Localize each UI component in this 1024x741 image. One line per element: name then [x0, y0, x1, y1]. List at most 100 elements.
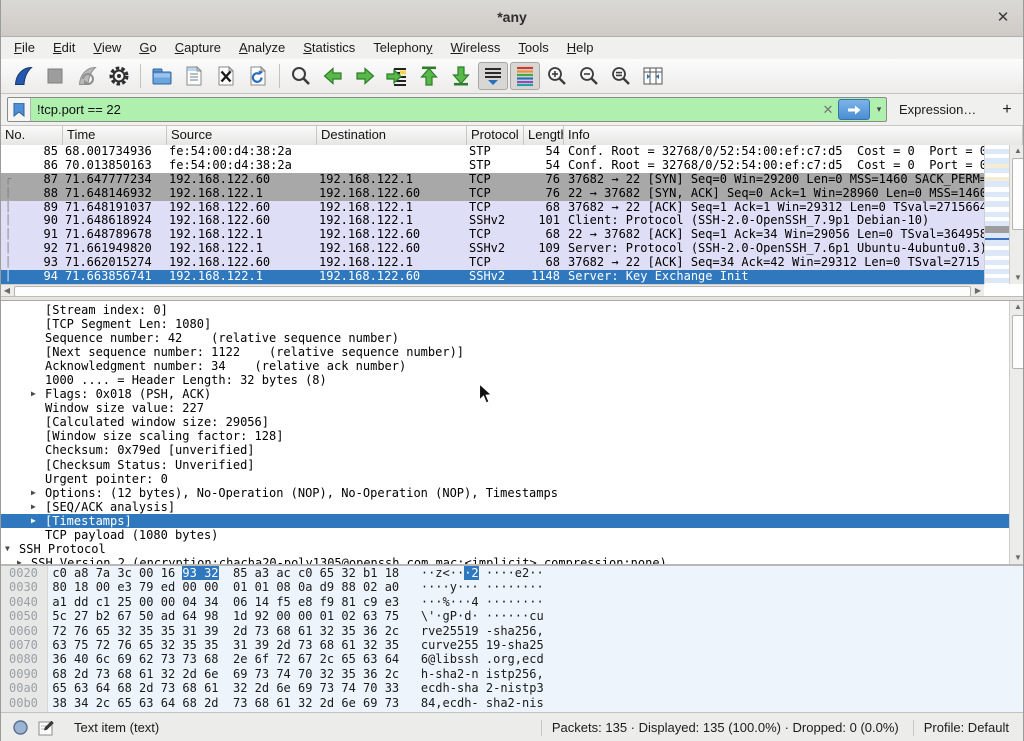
detail-line[interactable]: Window size value: 227 — [1, 401, 1009, 415]
filter-apply-button[interactable] — [838, 99, 870, 120]
status-profile[interactable]: Profile: Default — [924, 720, 1023, 735]
collapsed-arrow-icon[interactable]: ▶ — [31, 514, 36, 528]
go-last-packet-icon[interactable] — [446, 62, 476, 90]
menu-item-wireless[interactable]: Wireless — [442, 37, 510, 58]
menu-item-analyze[interactable]: Analyze — [230, 37, 294, 58]
detail-line[interactable]: Checksum: 0x79ed [unverified] — [1, 443, 1009, 457]
go-forward-icon[interactable] — [350, 62, 380, 90]
go-to-packet-icon[interactable] — [382, 62, 412, 90]
detail-line[interactable]: Urgent pointer: 0 — [1, 472, 1009, 486]
hex-row-0050[interactable]: 0050 5c 27 b2 67 50 ad 64 98 1d 92 00 00… — [1, 609, 1023, 623]
detail-line[interactable]: TCP payload (1080 bytes) — [1, 528, 1009, 542]
resize-columns-icon[interactable] — [638, 62, 668, 90]
packet-row-89[interactable]: │8971.648191037192.168.122.60192.168.122… — [1, 201, 984, 215]
title-bar[interactable]: *any ✕ — [1, 0, 1023, 37]
scrollbar-thumb[interactable] — [1012, 158, 1024, 230]
packet-row-92[interactable]: │9271.661949820192.168.122.1192.168.122.… — [1, 242, 984, 256]
menu-item-capture[interactable]: Capture — [166, 37, 230, 58]
packet-list-vscrollbar[interactable]: ▲ ▼ — [1009, 145, 1024, 284]
detail-line[interactable]: 1000 .... = Header Length: 32 bytes (8) — [1, 373, 1009, 387]
packet-row-87[interactable]: ┌8771.647777234192.168.122.60192.168.122… — [1, 173, 984, 187]
display-filter-input[interactable] — [31, 102, 818, 117]
save-file-icon[interactable] — [179, 62, 209, 90]
filter-history-caret-icon[interactable]: ▾ — [872, 104, 886, 115]
scroll-up-arrow-icon[interactable]: ▲ — [1010, 145, 1024, 157]
go-first-packet-icon[interactable] — [414, 62, 444, 90]
hex-row-0020[interactable]: 0020 c0 a8 7a 3c 00 16 93 32 85 a3 ac c0… — [1, 566, 1023, 580]
column-header-source[interactable]: Source — [167, 126, 317, 145]
detail-line[interactable]: [Checksum Status: Unverified] — [1, 458, 1009, 472]
menu-item-telephony[interactable]: Telephony — [364, 37, 441, 58]
expert-info-icon[interactable] — [13, 720, 28, 735]
hex-row-0090[interactable]: 0090 68 2d 73 68 61 32 2d 6e 69 73 74 70… — [1, 667, 1023, 681]
menu-item-statistics[interactable]: Statistics — [294, 37, 364, 58]
hex-row-00b0[interactable]: 00b0 38 34 2c 65 63 64 68 2d 73 68 61 32… — [1, 696, 1023, 710]
packet-row-94[interactable]: │9471.663856741192.168.122.1192.168.122.… — [1, 270, 984, 284]
hex-row-0060[interactable]: 0060 72 76 65 32 35 35 31 39 2d 73 68 61… — [1, 624, 1023, 638]
detail-vscrollbar[interactable]: ▲ ▼ — [1009, 301, 1024, 564]
menu-item-edit[interactable]: Edit — [44, 37, 84, 58]
scrollbar-thumb[interactable] — [1012, 315, 1024, 369]
zoom-out-icon[interactable] — [574, 62, 604, 90]
reload-file-icon[interactable] — [243, 62, 273, 90]
auto-scroll-live-icon[interactable] — [478, 62, 508, 90]
packet-row-90[interactable]: │9071.648618924192.168.122.60192.168.122… — [1, 214, 984, 228]
column-header-info[interactable]: Info — [564, 126, 1023, 145]
packet-row-85[interactable]: 8568.001734936fe:54:00:d4:38:2aSTP54Conf… — [1, 145, 984, 159]
packet-row-88[interactable]: │8871.648146932192.168.122.1192.168.122.… — [1, 187, 984, 201]
scroll-down-arrow-icon[interactable]: ▼ — [1010, 552, 1024, 564]
detail-line[interactable]: ▶Options: (12 bytes), No-Operation (NOP)… — [1, 486, 1009, 500]
detail-line[interactable]: ▶SSH Version 2 (encryption:chacha20-poly… — [1, 556, 1009, 564]
filter-clear-icon[interactable]: ✕ — [818, 102, 838, 118]
detail-line[interactable]: ▶[Timestamps] — [1, 514, 1009, 528]
column-header-destination[interactable]: Destination — [317, 126, 467, 145]
close-window-button[interactable]: ✕ — [993, 8, 1013, 28]
go-back-icon[interactable] — [318, 62, 348, 90]
capture-options-icon[interactable] — [104, 62, 134, 90]
menu-item-file[interactable]: File — [5, 37, 44, 58]
filter-bookmark-icon[interactable] — [8, 98, 31, 121]
hex-row-0030[interactable]: 0030 80 18 00 e3 79 ed 00 00 01 01 08 0a… — [1, 580, 1023, 594]
collapsed-arrow-icon[interactable]: ▶ — [31, 486, 36, 500]
menu-item-view[interactable]: View — [84, 37, 130, 58]
detail-line[interactable]: [Window size scaling factor: 128] — [1, 429, 1009, 443]
detail-line[interactable]: [Next sequence number: 1122 (relative se… — [1, 345, 1009, 359]
column-header-no[interactable]: No. — [1, 126, 63, 145]
restart-capture-icon[interactable] — [72, 62, 102, 90]
detail-line[interactable]: Acknowledgment number: 34 (relative ack … — [1, 359, 1009, 373]
zoom-reset-icon[interactable] — [606, 62, 636, 90]
detail-line[interactable]: [TCP Segment Len: 1080] — [1, 317, 1009, 331]
find-packet-icon[interactable] — [286, 62, 316, 90]
menu-item-tools[interactable]: Tools — [509, 37, 557, 58]
colorize-packets-icon[interactable] — [510, 62, 540, 90]
collapsed-arrow-icon[interactable]: ▶ — [31, 500, 36, 514]
menu-item-help[interactable]: Help — [558, 37, 603, 58]
add-filter-button[interactable]: + — [988, 101, 1024, 119]
packet-row-93[interactable]: │9371.662015274192.168.122.60192.168.122… — [1, 256, 984, 270]
intelligent-scrollbar-minimap[interactable] — [984, 145, 1010, 284]
column-header-length[interactable]: Length — [524, 126, 564, 145]
hex-row-0040[interactable]: 0040 a1 dd c1 25 00 00 04 34 06 14 f5 e8… — [1, 595, 1023, 609]
packet-row-91[interactable]: │9171.648789678192.168.122.1192.168.122.… — [1, 228, 984, 242]
expanded-arrow-icon[interactable]: ▼ — [5, 542, 10, 556]
detail-line[interactable]: [Stream index: 0] — [1, 303, 1009, 317]
collapsed-arrow-icon[interactable]: ▶ — [31, 387, 36, 401]
close-file-icon[interactable] — [211, 62, 241, 90]
start-capture-icon[interactable] — [8, 62, 38, 90]
open-file-icon[interactable] — [147, 62, 177, 90]
hex-row-0080[interactable]: 0080 36 40 6c 69 62 73 73 68 2e 6f 72 67… — [1, 652, 1023, 666]
menu-item-go[interactable]: Go — [130, 37, 165, 58]
detail-line[interactable]: ▼SSH Protocol — [1, 542, 1009, 556]
detail-line[interactable]: Sequence number: 42 (relative sequence n… — [1, 331, 1009, 345]
detail-line[interactable]: [Calculated window size: 29056] — [1, 415, 1009, 429]
expression-button[interactable]: Expression… — [887, 102, 988, 117]
packet-row-86[interactable]: 8670.013850163fe:54:00:d4:38:2aSTP54Conf… — [1, 159, 984, 173]
capture-comment-icon[interactable] — [38, 720, 54, 736]
collapsed-arrow-icon[interactable]: ▶ — [17, 556, 22, 564]
hex-row-0070[interactable]: 0070 63 75 72 76 65 32 35 35 31 39 2d 73… — [1, 638, 1023, 652]
column-header-time[interactable]: Time — [63, 126, 167, 145]
column-header-protocol[interactable]: Protocol — [467, 126, 524, 145]
detail-line[interactable]: ▶Flags: 0x018 (PSH, ACK) — [1, 387, 1009, 401]
zoom-in-icon[interactable] — [542, 62, 572, 90]
scroll-down-arrow-icon[interactable]: ▼ — [1010, 272, 1024, 284]
